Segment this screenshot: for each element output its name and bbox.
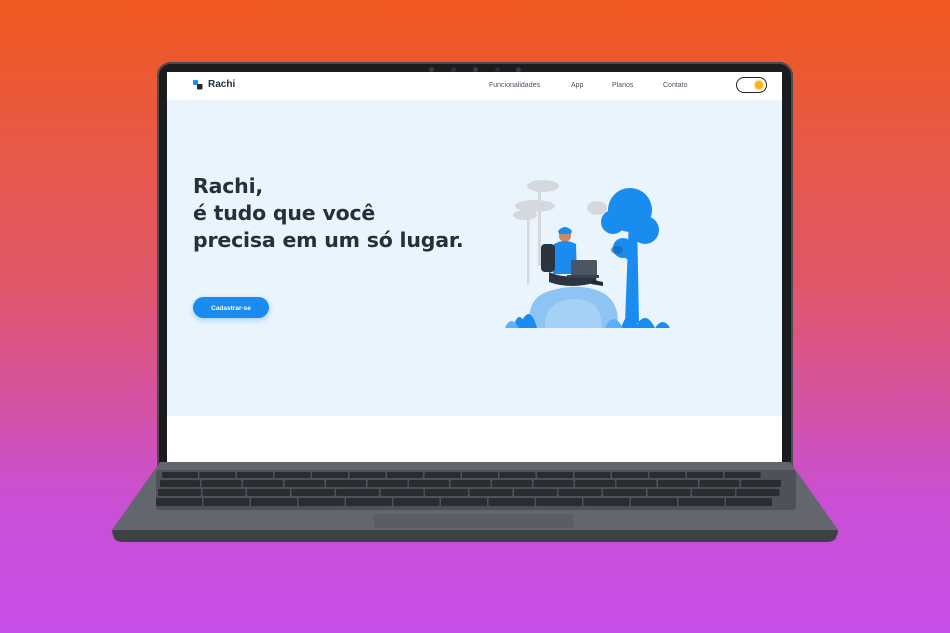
keyboard-key	[237, 472, 273, 478]
nav-link-app[interactable]: App	[571, 82, 583, 89]
keyboard-key	[367, 480, 408, 487]
keyboard-key	[274, 472, 311, 478]
touchpad	[374, 514, 574, 528]
keyboard-key	[536, 498, 582, 506]
keyboard-key	[312, 472, 348, 478]
person-with-laptop-on-rock-illustration	[505, 180, 670, 328]
laptop-keyboard-deck	[111, 462, 839, 542]
keyboard-key	[424, 472, 461, 478]
keyboard-key	[631, 498, 677, 506]
keyboard-key	[380, 489, 424, 496]
top-navbar: Rachi Funcionalidades App Planos Contato	[167, 72, 782, 100]
rachi-logo-icon	[193, 79, 203, 89]
keyboard-key	[336, 489, 379, 496]
keyboard-key	[574, 472, 611, 478]
hero-section: Rachi, é tudo que você precisa em um só …	[167, 100, 782, 416]
nav-link-contato[interactable]: Contato	[663, 82, 688, 89]
sun-icon	[755, 81, 763, 89]
keyboard-key	[736, 489, 780, 496]
theme-toggle[interactable]	[736, 77, 767, 93]
keyboard-key	[346, 498, 392, 506]
keyboard-key	[409, 480, 449, 487]
keyboard-key	[160, 480, 200, 487]
keyboard-key	[291, 489, 335, 496]
keyboard-key	[162, 472, 198, 478]
keyboard-key	[488, 498, 535, 506]
headline-line-2: é tudo que você	[193, 201, 376, 225]
keyboard-key	[726, 498, 772, 506]
browser-viewport: Rachi Funcionalidades App Planos Contato…	[167, 72, 782, 462]
keyboard-key	[201, 480, 242, 487]
keyboard-key	[616, 480, 657, 487]
keyboard-key	[612, 472, 648, 478]
headline-line-3: precisa em um só lugar.	[193, 228, 464, 252]
nav-link-funcionalidades[interactable]: Funcionalidades	[489, 82, 540, 89]
keyboard-key	[425, 489, 468, 496]
keyboard-key	[469, 489, 513, 496]
keyboard-key	[583, 498, 630, 506]
keyboard-key	[699, 480, 740, 487]
keyboard-key	[441, 498, 487, 506]
keyboard-key	[326, 480, 366, 487]
brand-name: Rachi	[208, 79, 236, 90]
keyboard-key	[199, 472, 236, 478]
keyboard-key	[243, 480, 283, 487]
keyboard-key	[603, 489, 646, 496]
hero-headline: Rachi, é tudo que você precisa em um só …	[193, 173, 464, 254]
keyboard-key	[251, 498, 297, 506]
keyboard-key	[393, 498, 440, 506]
keyboard-key	[202, 489, 246, 496]
keyboard-key	[514, 489, 557, 496]
keyboard-key	[387, 472, 423, 478]
keyboard-key	[533, 480, 574, 487]
headline-line-1: Rachi,	[193, 174, 263, 198]
keyboard-key	[575, 480, 615, 487]
keyboard-key	[647, 489, 691, 496]
nav-link-planos[interactable]: Planos	[612, 82, 633, 89]
keyboard-key	[158, 489, 201, 496]
keyboard-key	[658, 480, 698, 487]
keyboard-key	[537, 472, 573, 478]
keyboard-key	[247, 489, 290, 496]
keyboard-key	[692, 489, 735, 496]
keyboard-key	[687, 472, 723, 478]
keyboard-key	[678, 498, 725, 506]
keyboard-key	[284, 480, 325, 487]
signup-button[interactable]: Cadastrar-se	[193, 297, 269, 318]
keyboard-key	[649, 472, 686, 478]
keyboard-key	[558, 489, 602, 496]
keyboard-key	[156, 498, 202, 506]
keyboard-key	[450, 480, 491, 487]
keyboard-key	[724, 472, 761, 478]
keyboard-key	[741, 480, 781, 487]
keyboard-key	[462, 472, 498, 478]
keyboard-key	[499, 472, 536, 478]
keyboard-key	[298, 498, 345, 506]
keyboard-key	[349, 472, 386, 478]
keyboard-key	[203, 498, 250, 506]
brand-logo[interactable]: Rachi	[193, 79, 235, 90]
keyboard-key	[492, 480, 532, 487]
